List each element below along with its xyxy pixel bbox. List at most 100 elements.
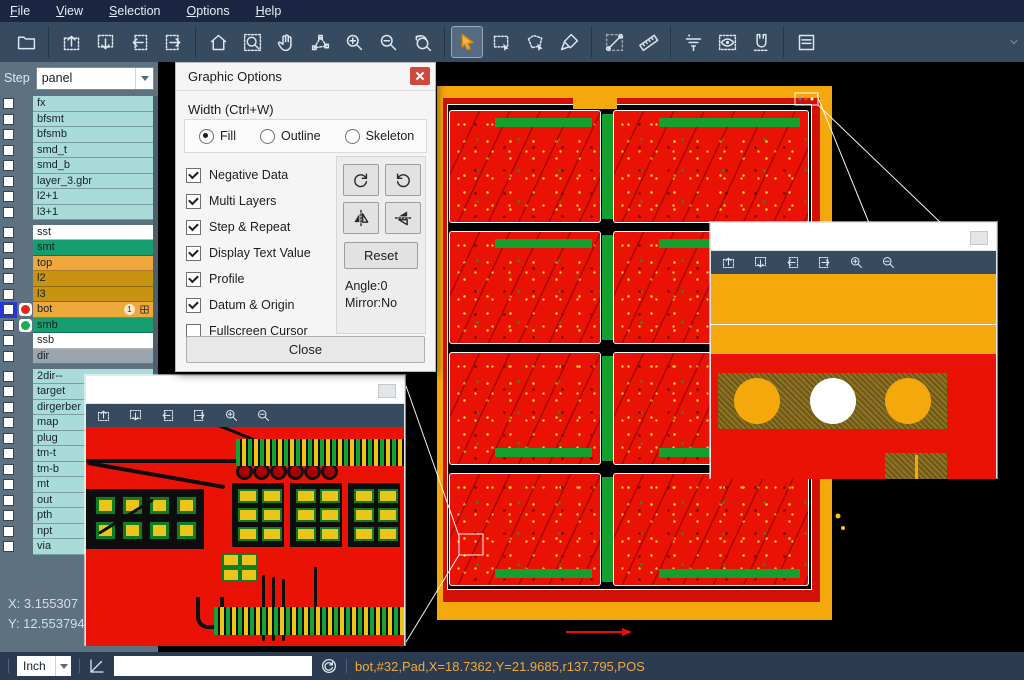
layer-visibility-checkbox[interactable] [0,287,17,303]
checkbox-step-repeat[interactable]: Step & Repeat [186,214,356,240]
magnifier-move-right-button[interactable] [816,254,833,271]
layer-visibility-checkbox[interactable] [0,333,17,349]
checkbox-datum-origin[interactable]: Datum & Origin [186,292,356,318]
layer-visibility-checkbox[interactable] [0,539,17,555]
magnifier-zoom-in-button[interactable] [848,254,865,271]
layer-visibility-checkbox[interactable] [0,524,17,540]
magnifier-zoom-out-button[interactable] [255,407,272,424]
magnifier-move-up-button[interactable] [95,407,112,424]
rotate-cw-button[interactable] [343,164,379,196]
toolbar-zoom-window-button[interactable] [237,27,267,57]
layer-row-layer_3.gbr[interactable]: layer_3.gbr [0,174,153,190]
layer-row-l2+1[interactable]: l2+1 [0,189,153,205]
corner-angle-icon[interactable] [88,657,106,675]
magnifier-move-left-button[interactable] [159,407,176,424]
menu-view[interactable]: View [56,4,83,18]
layer-row-bfsmb[interactable]: bfsmb [0,127,153,143]
layer-row-sst[interactable]: sst [0,225,153,241]
layer-visibility-checkbox[interactable] [0,271,17,287]
layer-visibility-checkbox[interactable] [0,508,17,524]
layer-visibility-checkbox[interactable] [0,477,17,493]
layer-visibility-checkbox[interactable] [0,240,17,256]
flip-horizontal-button[interactable] [343,202,379,234]
layer-visibility-checkbox[interactable] [0,225,17,241]
radio-fill[interactable]: Fill [199,129,236,144]
toolbar-select-cursor-button[interactable] [452,27,482,57]
toolbar-ruler-button[interactable] [633,27,663,57]
reset-button[interactable]: Reset [344,242,418,269]
layer-visibility-checkbox[interactable] [0,318,17,334]
layer-row-l2[interactable]: l2 [0,271,153,287]
toolbar-zoom-in-button[interactable] [339,27,369,57]
toolbar-zoom-out-button[interactable] [373,27,403,57]
layer-visibility-checkbox[interactable] [0,256,17,272]
toolbar-move-down-button[interactable] [90,27,120,57]
layer-visibility-checkbox[interactable] [0,189,17,205]
layer-row-top[interactable]: top [0,256,153,272]
refresh-icon[interactable] [320,657,338,675]
layer-visibility-checkbox[interactable] [0,302,17,318]
checkbox-display-text-value[interactable]: Display Text Value [186,240,356,266]
layer-visibility-checkbox[interactable] [0,205,17,221]
magnifier-left-window-button[interactable] [378,384,396,398]
checkbox-multi-layers[interactable]: Multi Layers [186,188,356,214]
layer-visibility-checkbox[interactable] [0,493,17,509]
magnifier-move-right-button[interactable] [191,407,208,424]
layer-row-ssb[interactable]: ssb [0,333,153,349]
toolbar-move-right-button[interactable] [158,27,188,57]
step-selector[interactable]: panel [36,67,154,90]
layer-row-l3+1[interactable]: l3+1 [0,205,153,221]
layer-row-smd_b[interactable]: smd_b [0,158,153,174]
layer-visibility-checkbox[interactable] [0,462,17,478]
layer-row-bot[interactable]: bot1 [0,302,153,318]
toolbar-measure-line-button[interactable] [599,27,629,57]
magnifier-zoom-in-button[interactable] [223,407,240,424]
menu-options[interactable]: Options [186,4,229,18]
toolbar-overflow-icon[interactable] [1008,36,1020,48]
layer-row-dir[interactable]: dir [0,349,153,365]
layer-visibility-checkbox[interactable] [0,384,17,400]
layer-visibility-checkbox[interactable] [0,415,17,431]
layer-visibility-checkbox[interactable] [0,431,17,447]
layer-visibility-checkbox[interactable] [0,127,17,143]
toolbar-view-eye-button[interactable] [712,27,742,57]
layer-row-smt[interactable]: smt [0,240,153,256]
layer-visibility-checkbox[interactable] [0,369,17,385]
toolbar-layer-panel-button[interactable] [791,27,821,57]
layer-visibility-checkbox[interactable] [0,349,17,365]
magnifier-right-title-bar[interactable] [711,223,996,251]
magnifier-left-content[interactable] [86,427,404,646]
unit-selector[interactable]: Inch [17,656,71,676]
rotate-ccw-button[interactable] [385,164,421,196]
layer-row-smb[interactable]: smb [0,318,153,334]
layer-visibility-checkbox[interactable] [0,143,17,159]
toolbar-move-left-button[interactable] [124,27,154,57]
layer-visibility-checkbox[interactable] [0,400,17,416]
checkbox-profile[interactable]: Profile [186,266,356,292]
menu-file[interactable]: File [10,4,30,18]
checkbox-negative-data[interactable]: Negative Data [186,162,356,188]
flip-vertical-button[interactable] [385,202,421,234]
magnifier-right-content[interactable] [711,274,996,479]
command-input[interactable] [114,656,312,676]
layer-visibility-checkbox[interactable] [0,174,17,190]
menu-selection[interactable]: Selection [109,4,160,18]
toolbar-open-folder-button[interactable] [11,27,41,57]
magnifier-move-left-button[interactable] [784,254,801,271]
toolbar-home-button[interactable] [203,27,233,57]
dialog-title-bar[interactable]: Graphic Options [176,63,435,91]
layer-visibility-checkbox[interactable] [0,446,17,462]
radio-skeleton[interactable]: Skeleton [345,129,415,144]
dialog-close-button[interactable] [410,67,430,85]
magnifier-move-down-button[interactable] [127,407,144,424]
magnifier-left-title-bar[interactable] [86,376,404,404]
toolbar-measure-path-button[interactable] [305,27,335,57]
magnifier-right-window-button[interactable] [970,231,988,245]
toolbar-move-up-button[interactable] [56,27,86,57]
toolbar-select-poly-button[interactable] [520,27,550,57]
layer-visibility-checkbox[interactable] [0,96,17,112]
magnifier-move-down-button[interactable] [752,254,769,271]
menu-help[interactable]: Help [256,4,282,18]
toolbar-zoom-previous-button[interactable] [407,27,437,57]
layer-visibility-checkbox[interactable] [0,158,17,174]
